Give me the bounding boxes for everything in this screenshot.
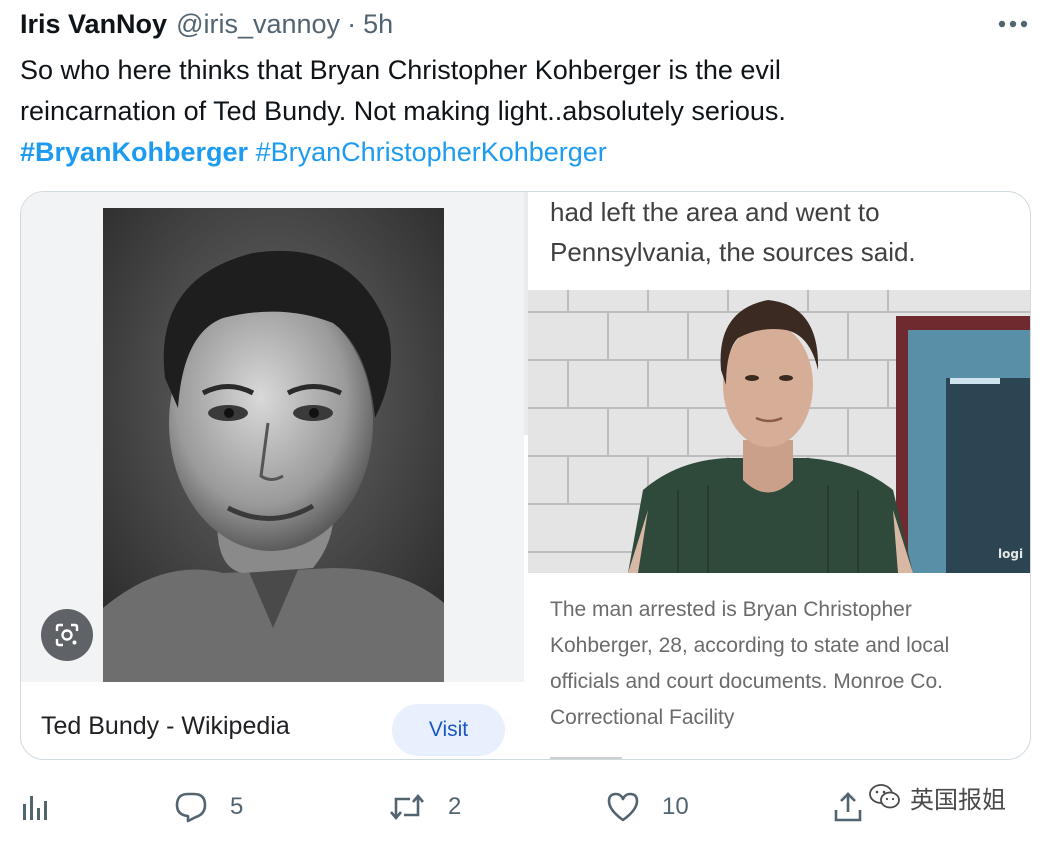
like-button[interactable]: 10 — [606, 784, 689, 830]
ted-bundy-photo[interactable] — [103, 208, 444, 682]
retweet-count: 2 — [448, 793, 462, 820]
article-text-line-1: had left the area and went to — [550, 197, 880, 227]
analytics-button[interactable] — [20, 784, 50, 830]
google-lens-icon — [55, 623, 79, 647]
reply-icon — [175, 792, 207, 823]
caption-line-4: Correctional Facility — [550, 706, 735, 729]
tweet-header: Iris VanNoy @iris_vannoy · 5h — [20, 6, 393, 42]
article-rule — [550, 757, 622, 759]
like-count: 10 — [662, 793, 689, 820]
source-watermark: 英国报姐 — [868, 780, 1006, 814]
mugshot-illustration: logi — [528, 290, 1030, 573]
reply-count: 5 — [230, 793, 244, 820]
portrait-illustration — [103, 208, 444, 682]
retweet-icon — [390, 793, 424, 821]
watermark-text: 英国报姐 — [910, 786, 1006, 814]
share-button[interactable] — [832, 784, 864, 830]
reply-button[interactable]: 5 — [174, 784, 243, 830]
article-text: had left the area and went to Pennsylvan… — [550, 192, 1020, 272]
hashtag-link[interactable]: #BryanChristopherKohberger — [256, 137, 607, 167]
author-handle[interactable]: @iris_vannoy — [176, 9, 340, 40]
hashtag-link[interactable]: #BryanKohberger — [20, 137, 248, 167]
left-image-pane[interactable]: Ted Bundy - Wikipedia Visit — [21, 192, 524, 759]
author-name[interactable]: Iris VanNoy — [20, 9, 167, 40]
separator-dot: · — [347, 8, 357, 39]
visit-button[interactable]: Visit — [392, 704, 505, 756]
tweet-text: So who here thinks that Bryan Christophe… — [20, 50, 1020, 173]
tweet-text-line-2: reincarnation of Ted Bundy. Not making l… — [20, 96, 786, 126]
heart-icon — [607, 792, 639, 822]
retweet-button[interactable]: 2 — [388, 784, 461, 830]
timestamp[interactable]: 5h — [363, 9, 393, 40]
google-lens-button[interactable] — [41, 609, 93, 661]
wechat-logo-icon — [869, 784, 900, 809]
tweet-text-line-1: So who here thinks that Bryan Christophe… — [20, 55, 781, 85]
image-source-title[interactable]: Ted Bundy - Wikipedia — [41, 712, 290, 741]
analytics-icon — [23, 796, 47, 820]
mugshot-watermark: logi — [998, 547, 1023, 561]
hashtag-line: #BryanKohberger #BryanChristopherKohberg… — [20, 132, 1020, 173]
share-icon — [834, 792, 862, 822]
more-horizontal-icon — [998, 20, 1028, 28]
more-options-button[interactable] — [996, 10, 1030, 38]
kohberger-mugshot[interactable]: logi — [528, 290, 1030, 573]
caption-line-1: The man arrested is Bryan Christopher — [550, 598, 912, 621]
right-image-pane[interactable]: had left the area and went to Pennsylvan… — [528, 192, 1030, 759]
caption-line-2: Kohberger, 28, according to state and lo… — [550, 634, 950, 657]
media-card[interactable]: Ted Bundy - Wikipedia Visit had left the… — [20, 191, 1031, 760]
article-text-line-2: Pennsylvania, the sources said. — [550, 237, 916, 267]
photo-caption: The man arrested is Bryan Christopher Ko… — [550, 592, 1020, 736]
caption-line-3: officials and court documents. Monroe Co… — [550, 670, 943, 693]
